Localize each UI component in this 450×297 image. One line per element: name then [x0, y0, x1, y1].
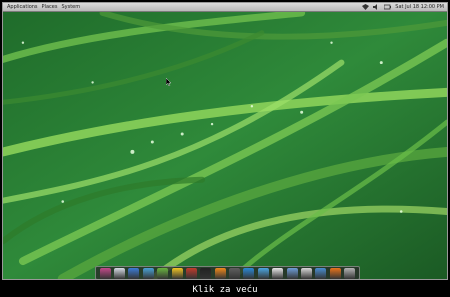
documents-icon[interactable] — [286, 267, 298, 279]
menu-applications[interactable]: Applications — [7, 3, 38, 11]
media-player-icon[interactable] — [214, 267, 226, 279]
settings-icon[interactable] — [185, 267, 197, 279]
sync-icon[interactable] — [315, 267, 327, 279]
system-tray: Sat Jul 18 12:00 PM — [362, 3, 444, 11]
desktop-screenshot: Applications Places System Sat Jul 18 12… — [2, 2, 448, 280]
globe-icon[interactable] — [243, 267, 255, 279]
terminal-icon[interactable] — [200, 267, 212, 279]
top-panel: Applications Places System Sat Jul 18 12… — [3, 3, 447, 12]
radiation-app-icon[interactable] — [171, 267, 183, 279]
trash-icon[interactable] — [344, 267, 356, 279]
volume-icon[interactable] — [373, 4, 380, 10]
dock — [95, 266, 360, 279]
home-folder-icon[interactable] — [99, 267, 111, 279]
caption-link[interactable]: Klik za veću — [0, 283, 450, 297]
disc-icon[interactable] — [329, 267, 341, 279]
photo-icon[interactable] — [257, 267, 269, 279]
grass-wallpaper — [3, 3, 447, 279]
menu-places[interactable]: Places — [42, 3, 58, 11]
battery-icon[interactable] — [384, 4, 392, 10]
battery-app-icon[interactable] — [157, 267, 169, 279]
text-editor-icon[interactable] — [229, 267, 241, 279]
web-browser-icon[interactable] — [128, 267, 140, 279]
mouse-pointer-icon — [166, 78, 171, 86]
menu-system[interactable]: System — [61, 3, 80, 11]
printer-icon[interactable] — [300, 267, 312, 279]
panel-clock[interactable]: Sat Jul 18 12:00 PM — [395, 3, 444, 11]
monitor-icon[interactable] — [272, 267, 284, 279]
finder-icon[interactable] — [114, 267, 126, 279]
network-icon[interactable] — [362, 4, 370, 10]
chat-icon[interactable] — [142, 267, 154, 279]
